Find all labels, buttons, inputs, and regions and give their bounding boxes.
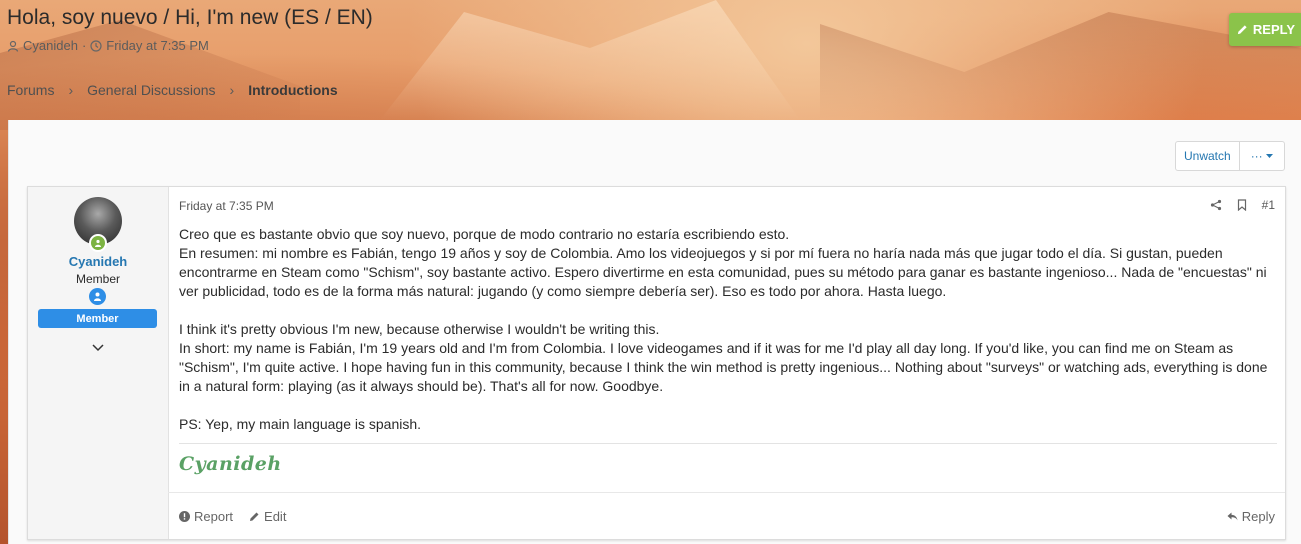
reply-icon [1227,512,1238,521]
post-reply-link[interactable]: Reply [1227,509,1275,524]
post-paragraph-en-1: I think it's pretty obvious I'm new, bec… [179,321,660,337]
chevron-down-icon[interactable] [90,339,106,355]
clock-icon [90,39,102,52]
post-paragraph-es-1: Creo que es bastante obvio que soy nuevo… [179,226,790,242]
footer-divider [168,492,1285,493]
pencil-icon [1237,25,1247,35]
user-icon [7,40,19,52]
breadcrumb-general-discussions[interactable]: General Discussions [87,82,215,98]
cloud-shape [380,0,800,120]
caret-down-icon [1265,153,1273,158]
chevron-right-icon: › [68,82,74,98]
post-user-title: Member [75,272,120,286]
post-actions: #1 [1210,198,1275,212]
report-label: Report [194,509,234,524]
chevron-right-icon: › [229,82,235,98]
thread-title: Hola, soy nuevo / Hi, I'm new (ES / EN) [7,6,373,29]
bookmark-icon[interactable] [1236,199,1248,211]
breadcrumb-forums[interactable]: Forums [7,82,54,98]
post-paragraph-en-2: In short: my name is Fabián, I'm 19 year… [179,340,1268,394]
meta-separator: · [81,38,87,53]
post-footer: Report Edit [179,509,286,524]
thread-meta: Cyanideh · Friday at 7:35 PM [7,38,209,53]
thread-tools: Unwatch ··· [1175,141,1285,171]
edit-link[interactable]: Edit [249,509,286,524]
post-message: Cyanideh Member Member Friday at 7:35 PM… [27,186,1286,540]
badge-icon [89,288,106,305]
breadcrumb: Forums › General Discussions › Introduct… [7,82,338,98]
mountain-shape [0,20,300,130]
post-paragraph-es-2: En resumen: mi nombre es Fabián, tengo 1… [179,245,1267,299]
pencil-icon [250,512,259,521]
breadcrumb-introductions[interactable]: Introductions [248,82,337,98]
post-body: Creo que es bastante obvio que soy nuevo… [179,225,1279,434]
share-icon[interactable] [1210,199,1222,211]
more-options-label: ··· [1250,149,1263,163]
info-icon [179,511,190,522]
post-username[interactable]: Cyanideh [28,254,168,269]
post-number[interactable]: #1 [1262,198,1275,212]
post-date[interactable]: Friday at 7:35 PM [179,199,274,213]
thread-date[interactable]: Friday at 7:35 PM [106,38,209,53]
post-user-cell: Cyanideh Member Member [28,187,169,539]
reply-button-label: REPLY [1252,22,1296,37]
signature: Cyanideh [179,453,282,475]
edit-label: Edit [264,509,287,524]
user-banner: Member [38,309,157,328]
more-options-button[interactable]: ··· [1240,142,1284,170]
thread-author[interactable]: Cyanideh [23,38,78,53]
unwatch-button[interactable]: Unwatch [1176,142,1240,170]
online-icon [89,234,107,252]
reply-button[interactable]: REPLY [1229,13,1301,46]
post-paragraph-ps: PS: Yep, my main language is spanish. [179,416,422,432]
signature-divider [179,443,1277,444]
report-link[interactable]: Report [179,509,233,524]
post-reply-label: Reply [1241,509,1275,524]
